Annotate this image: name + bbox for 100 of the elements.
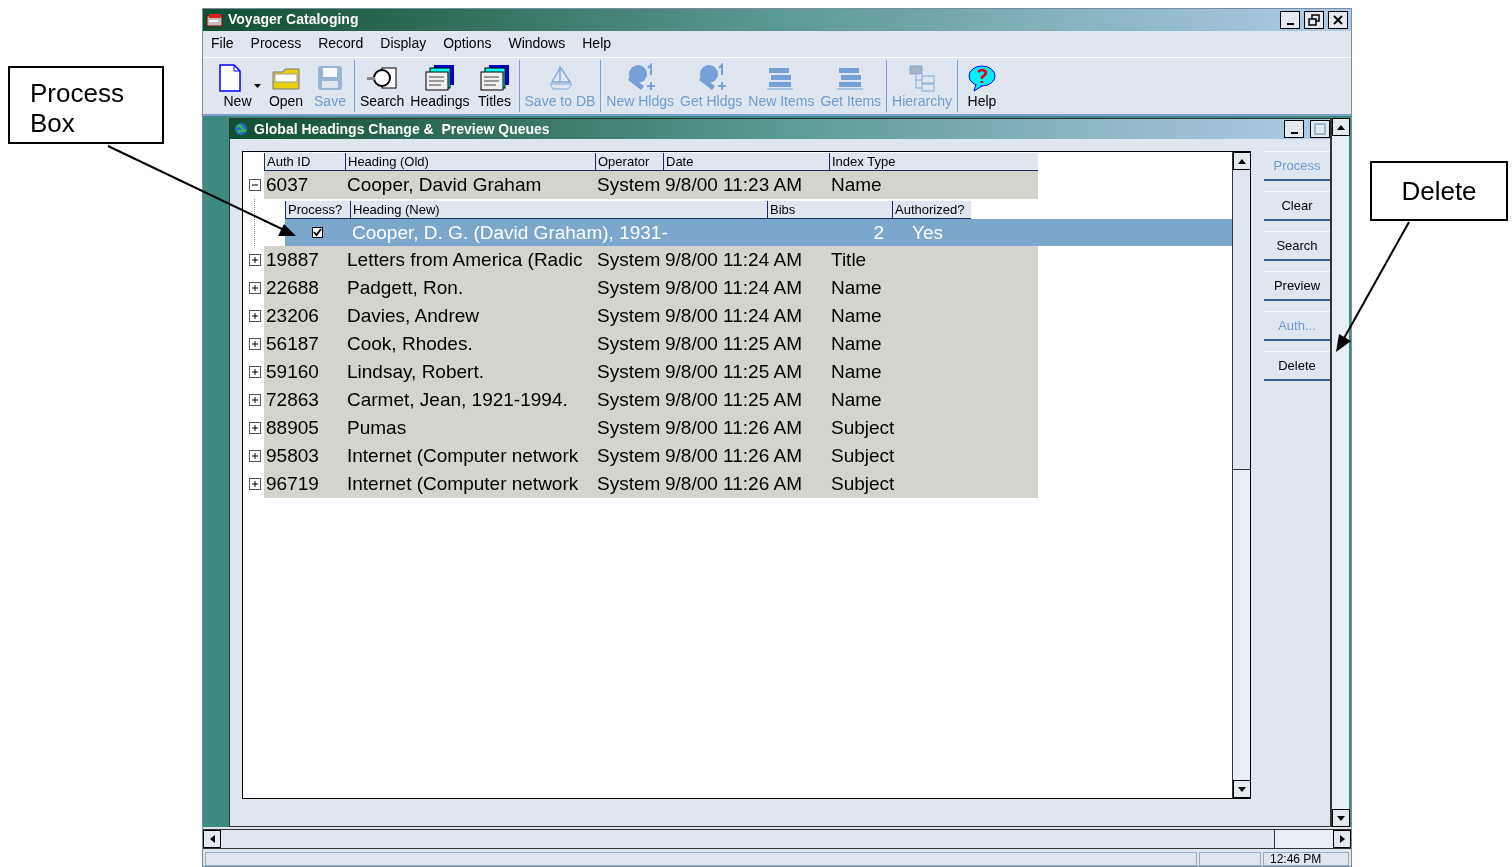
table-cell-text: Subject <box>831 444 895 469</box>
table-cell-text: System <box>597 248 661 273</box>
menu-item[interactable]: Help <box>582 33 612 55</box>
table-row[interactable]: 6037 Cooper, David Graham System 9/8/00 11:23 AM Name <box>264 171 1038 200</box>
table-cell-text: System <box>597 332 661 357</box>
close-button[interactable] <box>1328 10 1348 29</box>
table-cell-text: 9/8/00 11:26 AM <box>665 472 802 497</box>
scroll-down-button[interactable] <box>1233 780 1251 799</box>
column-header[interactable]: Process? <box>285 201 350 220</box>
check-icon <box>313 228 322 238</box>
globe-icon <box>234 122 248 137</box>
restore-button[interactable] <box>1304 10 1324 29</box>
table-cell-text: 9/8/00 11:24 AM <box>665 304 802 329</box>
menu-item[interactable]: Record <box>318 33 364 55</box>
table-row[interactable]: 19887 Letters from America (Radic System 9/8/00 11:24 AM Title <box>264 246 1038 275</box>
status-time: 12:46 PM <box>1270 852 1322 866</box>
toolbar-button[interactable]: Search <box>357 57 408 115</box>
arrow-icon <box>209 835 215 843</box>
toolbar-button[interactable]: Open <box>264 57 308 115</box>
expand-toggle[interactable] <box>249 478 261 491</box>
window-title: Voyager Cataloging <box>228 10 359 30</box>
scroll-up-button[interactable] <box>1233 152 1251 171</box>
table-cell-text: System <box>597 444 661 469</box>
minimize-button[interactable] <box>1284 120 1304 139</box>
table-cell-text: System <box>597 276 661 301</box>
expand-toggle[interactable] <box>249 310 261 323</box>
minimize-button[interactable] <box>1280 10 1300 29</box>
expand-toggle[interactable] <box>249 422 261 435</box>
arrow-icon <box>1337 125 1345 130</box>
expand-toggle[interactable] <box>249 394 261 407</box>
toolbar-button[interactable]: New <box>211 57 264 115</box>
maximize-icon <box>1314 123 1326 136</box>
plus-icon <box>251 284 259 293</box>
scroll-down-button[interactable] <box>1332 809 1350 827</box>
plus-icon <box>251 424 259 433</box>
expand-toggle[interactable] <box>249 282 261 295</box>
table-cell-text: Subject <box>831 416 895 441</box>
column-header[interactable]: Authorized? <box>892 201 971 220</box>
status-panel <box>1199 852 1261 866</box>
menu-item[interactable]: Windows <box>508 33 566 55</box>
vertical-scrollbar[interactable] <box>1232 152 1250 799</box>
column-header[interactable]: Bibs <box>767 201 892 220</box>
table-cell-text: Title <box>831 248 867 273</box>
checkbox[interactable] <box>312 227 323 239</box>
help-icon <box>966 62 998 93</box>
column-header[interactable]: Date <box>663 153 829 172</box>
table-cell-text: System <box>597 173 661 198</box>
menu-item[interactable]: Process <box>250 33 302 55</box>
scroll-thumb[interactable] <box>221 830 1275 848</box>
table-row[interactable]: 95803 Internet (Computer network System 9/8/00 11:26 AM Subject <box>264 442 1038 471</box>
toolbar-button[interactable]: Help <box>960 57 1004 115</box>
table-cell-text: 9/8/00 11:26 AM <box>665 444 802 469</box>
minimize-icon <box>1286 22 1294 25</box>
table-cell-text: 72863 <box>266 388 319 413</box>
column-header[interactable]: Heading (New) <box>350 201 767 220</box>
column-header[interactable]: Auth ID <box>264 153 345 172</box>
cards-icon <box>478 62 511 93</box>
scroll-left-button[interactable] <box>203 830 221 848</box>
table-cell-text: Name <box>831 332 882 357</box>
column-header[interactable]: Operator <box>595 153 663 172</box>
table-cell: Yes <box>912 221 943 243</box>
scroll-up-button[interactable] <box>1332 118 1350 137</box>
maximize-button[interactable] <box>1310 120 1330 139</box>
scroll-right-button[interactable] <box>1333 830 1351 848</box>
child-window-title: Global Headings Change & Preview Queues <box>254 120 550 139</box>
table-cell-text: Subject <box>831 472 895 497</box>
arrow-icon <box>1339 835 1345 843</box>
table-cell-text: System <box>597 360 661 385</box>
table-cell: 2 <box>873 221 884 243</box>
toolbar-button[interactable]: Headings <box>407 57 473 115</box>
toolbar-button[interactable]: Titles <box>472 57 517 115</box>
menu-item[interactable]: Display <box>380 33 427 55</box>
column-header[interactable]: Index Type <box>829 153 1038 172</box>
table-row[interactable]: 72863 Carmet, Jean, 1921-1994. System 9/8/00 11:25 AM Name <box>264 386 1038 415</box>
table-cell-text: Internet (Computer network <box>347 472 579 497</box>
menu-item[interactable]: Options <box>443 33 492 55</box>
callout-box: Process Box <box>8 66 164 144</box>
menu-item[interactable]: File <box>211 33 234 55</box>
table-cell-text: 9/8/00 11:25 AM <box>665 332 802 357</box>
table-row[interactable]: 22688 Padgett, Ron. System 9/8/00 11:24 AM Name <box>264 274 1038 303</box>
vertical-scrollbar[interactable] <box>1331 118 1349 827</box>
expand-toggle[interactable] <box>249 254 261 267</box>
table-cell-text: 59160 <box>266 360 319 385</box>
scroll-thumb[interactable] <box>1233 170 1250 471</box>
column-header[interactable]: Heading (Old) <box>345 153 595 172</box>
table-cell-text: 19887 <box>266 248 319 273</box>
table-row[interactable]: 23206 Davies, Andrew System 9/8/00 11:24 AM Name <box>264 302 1038 331</box>
expand-toggle[interactable] <box>249 338 261 351</box>
table-row[interactable]: 56187 Cook, Rhodes. System 9/8/00 11:25 AM Name <box>264 330 1038 359</box>
table-row[interactable]: 59160 Lindsay, Robert. System 9/8/00 11:25 AM Name <box>264 358 1038 387</box>
table-cell-text: 9/8/00 11:24 AM <box>665 276 802 301</box>
restore-icon <box>1308 13 1320 26</box>
expand-toggle[interactable] <box>249 366 261 379</box>
collapse-toggle[interactable] <box>249 179 261 192</box>
horizontal-scrollbar[interactable] <box>203 829 1351 849</box>
table-cell-text: Davies, Andrew <box>347 304 479 329</box>
table-row[interactable]: 88905 Pumas System 9/8/00 11:26 AM Subject <box>264 414 1038 443</box>
expand-toggle[interactable] <box>249 450 261 463</box>
app-icon <box>206 12 224 27</box>
table-row[interactable]: 96719 Internet (Computer network System 9/8/00 11:26 AM Subject <box>264 470 1038 499</box>
